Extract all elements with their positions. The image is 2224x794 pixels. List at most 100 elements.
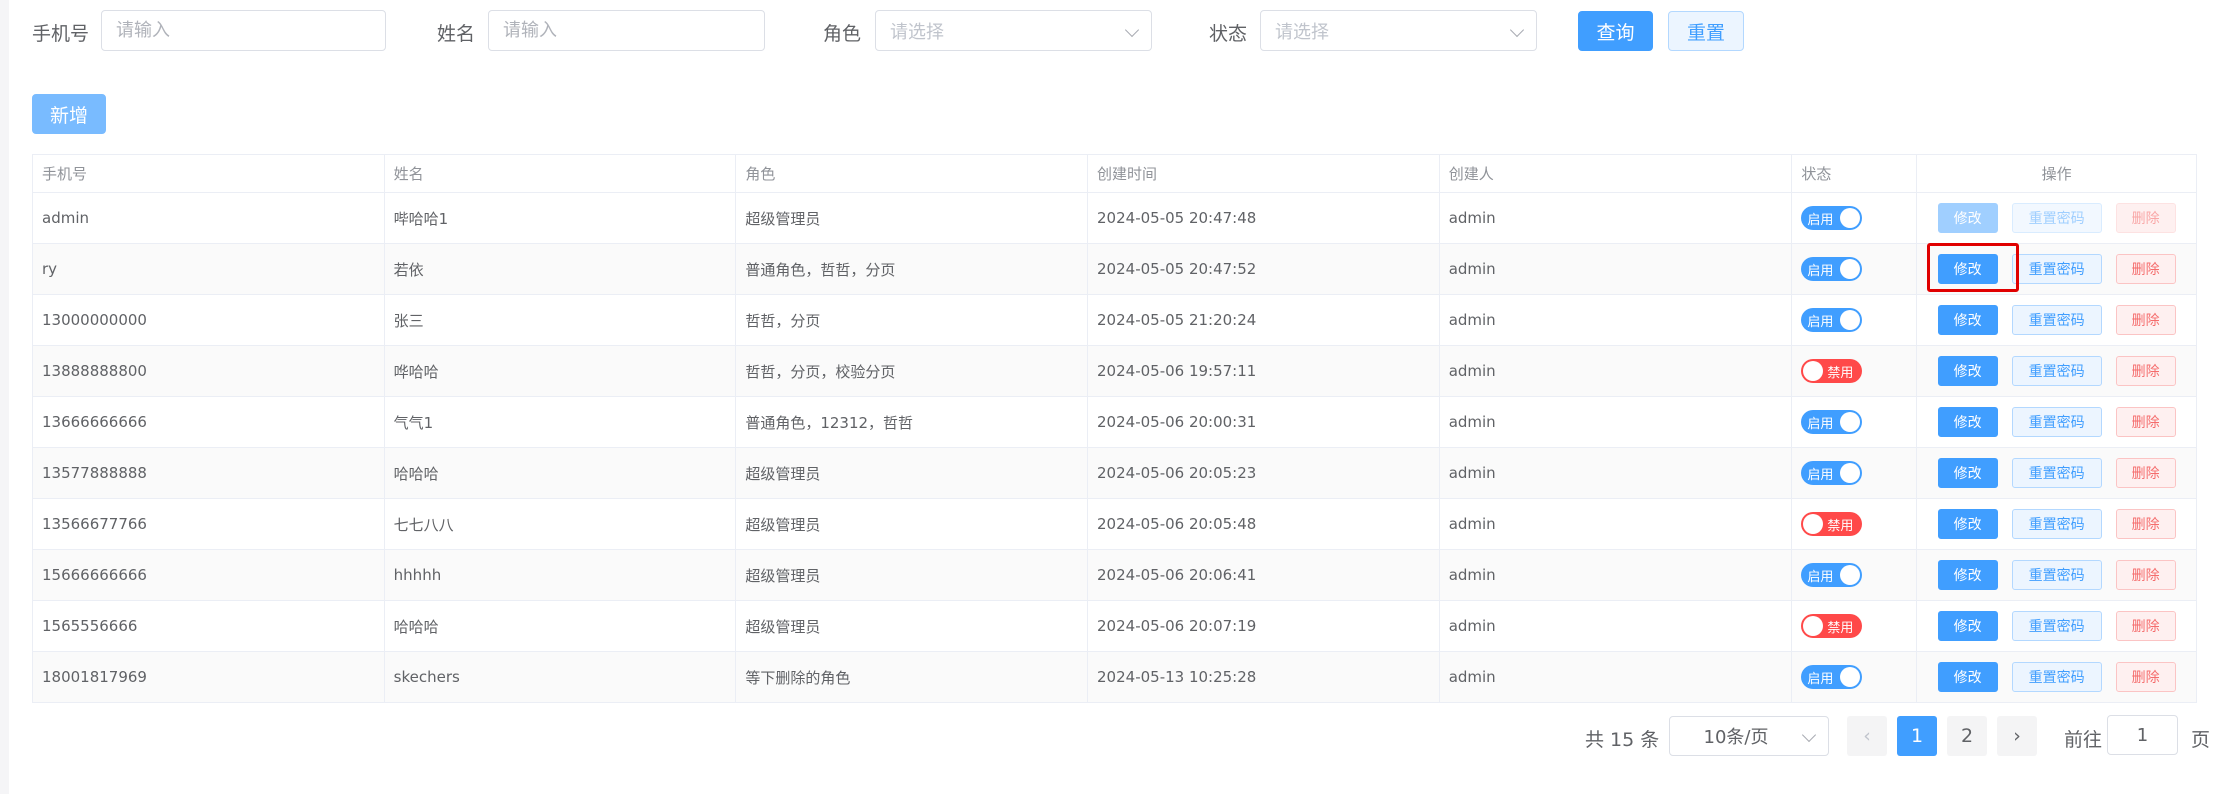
cell-role: 哲哲，分页 xyxy=(736,295,1089,345)
cell-status: 启用 xyxy=(1792,244,1918,294)
header-status: 状态 xyxy=(1792,155,1918,192)
cell-created-time: 2024-05-06 20:05:23 xyxy=(1088,448,1440,498)
cell-created-time: 2024-05-05 20:47:48 xyxy=(1088,193,1440,243)
name-input-box[interactable] xyxy=(488,10,765,51)
table-row: admin 哔哈哈1 超级管理员 2024-05-05 20:47:48 admin 启用… xyxy=(33,193,2196,244)
cell-name: 哗哈哈 xyxy=(385,346,737,396)
status-switch[interactable]: 启用 xyxy=(1801,563,1863,587)
row-actions: 修改 重置密码 删除 xyxy=(1937,356,2176,386)
edit-button[interactable]: 修改 xyxy=(1937,560,1998,590)
switch-knob xyxy=(1803,616,1824,636)
status-switch[interactable]: 启用 xyxy=(1801,308,1863,332)
reset-password-button[interactable]: 重置密码 xyxy=(2011,203,2102,233)
goto-page-input[interactable]: 1 xyxy=(2107,715,2178,755)
row-actions: 修改 重置密码 删除 xyxy=(1937,560,2176,590)
next-page-button[interactable]: › xyxy=(1997,716,2037,756)
cell-actions: 修改 重置密码 删除 xyxy=(1917,550,2196,600)
reset-password-button[interactable]: 重置密码 xyxy=(2011,560,2102,590)
user-table: 手机号 姓名 角色 创建时间 创建人 状态 操作 admin 哔哈哈1 超级管理员 2… xyxy=(32,154,2197,703)
reset-password-button[interactable]: 重置密码 xyxy=(2011,254,2102,284)
edit-button[interactable]: 修改 xyxy=(1937,458,1998,488)
delete-button[interactable]: 删除 xyxy=(2115,305,2176,335)
cell-name: 七七八八 xyxy=(385,499,737,549)
cell-role: 超级管理员 xyxy=(736,193,1089,243)
edit-button[interactable]: 修改 xyxy=(1937,305,1998,335)
status-switch[interactable]: 启用 xyxy=(1801,206,1863,230)
reset-password-button[interactable]: 重置密码 xyxy=(2011,509,2102,539)
delete-button[interactable]: 删除 xyxy=(2115,509,2176,539)
status-switch[interactable]: 启用 xyxy=(1801,257,1863,281)
delete-button[interactable]: 删除 xyxy=(2115,356,2176,386)
add-button[interactable]: 新增 xyxy=(32,94,106,134)
edit-button[interactable]: 修改 xyxy=(1937,509,1998,539)
query-button[interactable]: 查询 xyxy=(1578,11,1653,51)
cell-phone: ry xyxy=(33,244,385,294)
delete-button[interactable]: 删除 xyxy=(2115,203,2176,233)
row-actions: 修改 重置密码 删除 xyxy=(1937,254,2176,284)
edit-button[interactable]: 修改 xyxy=(1937,662,1998,692)
cell-name: 若依 xyxy=(385,244,737,294)
goto-label: 前往 xyxy=(2064,729,2103,751)
cell-role: 超级管理员 xyxy=(736,499,1089,549)
status-switch[interactable]: 禁用 xyxy=(1801,359,1863,383)
reset-password-button[interactable]: 重置密码 xyxy=(2011,611,2102,641)
switch-knob xyxy=(1840,310,1861,330)
reset-password-button[interactable]: 重置密码 xyxy=(2011,356,2102,386)
switch-knob xyxy=(1803,361,1824,381)
reset-button[interactable]: 重置 xyxy=(1668,11,1744,51)
cell-phone: 13577888888 xyxy=(33,448,385,498)
delete-button[interactable]: 删除 xyxy=(2115,458,2176,488)
cell-created-time: 2024-05-06 20:05:48 xyxy=(1088,499,1440,549)
header-creator: 创建人 xyxy=(1440,155,1793,192)
edit-button[interactable]: 修改 xyxy=(1937,203,1998,233)
delete-button[interactable]: 删除 xyxy=(2115,611,2176,641)
status-switch[interactable]: 禁用 xyxy=(1801,512,1863,536)
page-button-1[interactable]: 1 xyxy=(1897,716,1937,756)
page-button-2[interactable]: 2 xyxy=(1947,716,1987,756)
edit-button[interactable]: 修改 xyxy=(1937,254,1998,284)
cell-created-time: 2024-05-05 20:47:52 xyxy=(1088,244,1440,294)
status-switch[interactable]: 禁用 xyxy=(1801,614,1863,638)
cell-actions: 修改 重置密码 删除 xyxy=(1917,295,2196,345)
cell-status: 启用 xyxy=(1792,295,1918,345)
name-input[interactable] xyxy=(503,20,764,41)
status-select[interactable]: 请选择 xyxy=(1260,10,1537,51)
table-row: 13577888888 哈哈哈 超级管理员 2024-05-06 20:05:23 ad… xyxy=(33,448,2196,499)
cell-created-time: 2024-05-06 20:07:19 xyxy=(1088,601,1440,651)
prev-page-button[interactable]: ‹ xyxy=(1847,716,1887,756)
reset-password-button[interactable]: 重置密码 xyxy=(2011,662,2102,692)
phone-input[interactable] xyxy=(116,20,385,41)
edit-button[interactable]: 修改 xyxy=(1937,356,1998,386)
cell-creator: admin xyxy=(1440,601,1793,651)
status-switch-label: 启用 xyxy=(1807,314,1834,330)
header-created-time: 创建时间 xyxy=(1088,155,1440,192)
edit-button[interactable]: 修改 xyxy=(1937,407,1998,437)
status-switch[interactable]: 启用 xyxy=(1801,461,1863,485)
status-switch-label: 启用 xyxy=(1807,416,1834,432)
edit-button[interactable]: 修改 xyxy=(1937,611,1998,641)
table-row: 13566677766 七七八八 超级管理员 2024-05-06 20:05:48 a… xyxy=(33,499,2196,550)
switch-knob xyxy=(1840,412,1861,432)
cell-status: 启用 xyxy=(1792,652,1918,702)
delete-button[interactable]: 删除 xyxy=(2115,662,2176,692)
cell-created-time: 2024-05-06 20:00:31 xyxy=(1088,397,1440,447)
delete-button[interactable]: 删除 xyxy=(2115,407,2176,437)
cell-role: 超级管理员 xyxy=(736,601,1089,651)
delete-button[interactable]: 删除 xyxy=(2115,560,2176,590)
header-role: 角色 xyxy=(736,155,1089,192)
status-switch[interactable]: 启用 xyxy=(1801,665,1863,689)
role-select[interactable]: 请选择 xyxy=(875,10,1152,51)
phone-input-box[interactable] xyxy=(101,10,386,51)
cell-created-time: 2024-05-05 21:20:24 xyxy=(1088,295,1440,345)
status-switch[interactable]: 启用 xyxy=(1801,410,1863,434)
cell-creator: admin xyxy=(1440,499,1793,549)
reset-password-button[interactable]: 重置密码 xyxy=(2011,458,2102,488)
cell-name: 哈哈哈 xyxy=(385,601,737,651)
reset-password-button[interactable]: 重置密码 xyxy=(2011,305,2102,335)
cell-creator: admin xyxy=(1440,193,1793,243)
delete-button[interactable]: 删除 xyxy=(2115,254,2176,284)
reset-password-button[interactable]: 重置密码 xyxy=(2011,407,2102,437)
cell-name: 气气1 xyxy=(385,397,737,447)
cell-creator: admin xyxy=(1440,397,1793,447)
page-size-select[interactable]: 10条/页 xyxy=(1669,716,1829,756)
